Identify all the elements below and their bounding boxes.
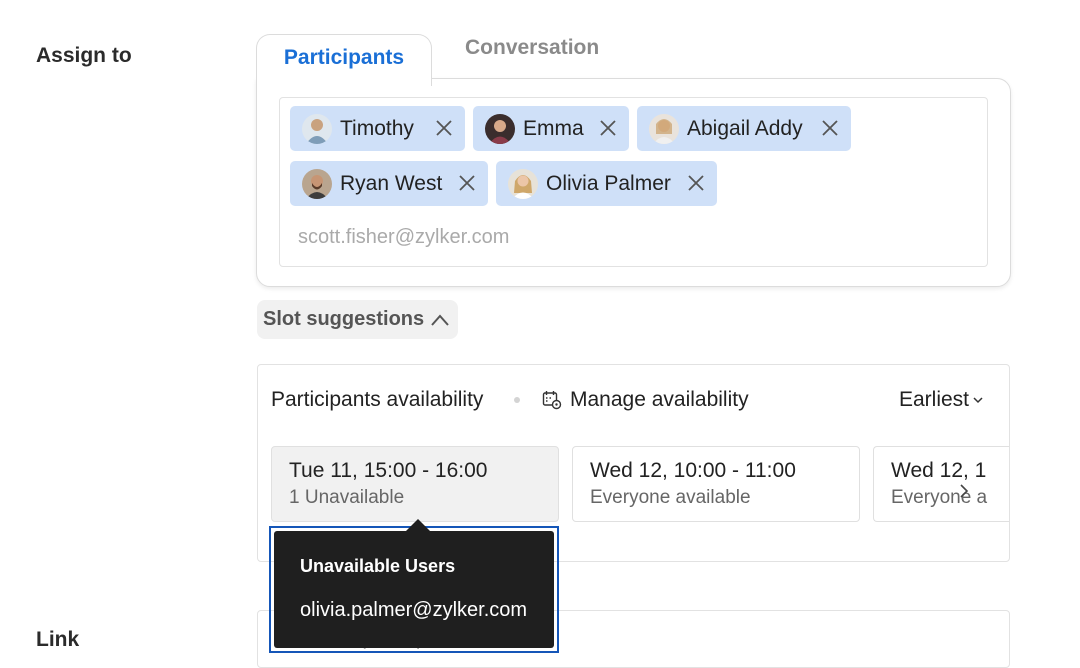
remove-participant-icon[interactable] — [458, 174, 476, 192]
slot-card-wed-12-morning[interactable]: Wed 12, 10:00 - 11:00 Everyone available — [572, 446, 860, 522]
slot-time: Tue 11, 15:00 - 16:00 — [289, 459, 488, 482]
remove-participant-icon[interactable] — [687, 174, 705, 192]
tooltip-arrow — [406, 519, 430, 531]
participant-chip-abigail-addy: Abigail Addy — [637, 106, 851, 151]
manage-availability-label: Manage availability — [570, 388, 749, 411]
sort-dropdown[interactable]: Earliest — [899, 388, 983, 412]
remove-participant-icon[interactable] — [821, 119, 839, 137]
slot-time: Wed 12, 10:00 - 11:00 — [590, 459, 796, 482]
slot-status: Everyone available — [590, 487, 751, 508]
slot-card-wed-12-afternoon[interactable]: Wed 12, 1 Everyone a — [873, 446, 1009, 522]
chevron-up-icon — [430, 313, 450, 327]
avatar — [485, 113, 515, 144]
avatar — [302, 168, 332, 199]
tooltip-title: Unavailable Users — [300, 556, 456, 576]
chevron-right-icon — [959, 483, 969, 499]
slot-time: Wed 12, 1 — [891, 459, 987, 482]
separator-dot — [514, 397, 520, 403]
avatar — [649, 113, 679, 144]
avatar — [508, 168, 538, 199]
slot-status: Everyone a — [891, 487, 988, 508]
participant-email-input[interactable] — [298, 222, 898, 252]
manage-availability-link[interactable]: Manage availability — [542, 388, 749, 412]
remove-participant-icon[interactable] — [435, 119, 453, 137]
avatar — [302, 113, 332, 144]
slot-suggestions-label: Slot suggestions — [263, 308, 425, 330]
unavailable-users-tooltip: Unavailable Users olivia.palmer@zylker.c… — [269, 519, 559, 653]
participant-chip-ryan-west: Ryan West — [290, 161, 488, 206]
remove-participant-icon[interactable] — [599, 119, 617, 137]
unavailable-user-email: olivia.palmer@zylker.com — [300, 599, 528, 621]
slot-status: 1 Unavailable — [289, 487, 405, 508]
chevron-down-icon — [969, 396, 983, 404]
slot-suggestions-toggle[interactable]: Slot suggestions — [257, 300, 458, 339]
sort-dropdown-label: Earliest — [898, 388, 969, 411]
participant-chip-olivia-palmer: Olivia Palmer — [496, 161, 717, 206]
tooltip-body: Unavailable Users olivia.palmer@zylker.c… — [274, 519, 554, 648]
participant-chip-timothy: Timothy — [290, 106, 465, 151]
assign-to-label: Assign to — [36, 44, 132, 67]
participant-name: Emma — [523, 116, 584, 140]
calendar-settings-icon — [542, 390, 562, 410]
participant-name: Olivia Palmer — [546, 171, 671, 195]
participant-name: Abigail Addy — [687, 116, 803, 140]
slot-card-tue-11[interactable]: Tue 11, 15:00 - 16:00 1 Unavailable — [271, 446, 559, 522]
participant-name: Timothy — [340, 116, 414, 140]
tab-conversation[interactable]: Conversation — [465, 36, 599, 60]
tab-participants[interactable]: Participants — [256, 34, 432, 86]
link-label: Link — [36, 628, 80, 651]
participants-availability-title: Participants availability — [271, 388, 484, 411]
participant-name: Ryan West — [340, 171, 443, 195]
slots-next-button[interactable] — [953, 469, 975, 513]
participant-chip-emma: Emma — [473, 106, 629, 151]
